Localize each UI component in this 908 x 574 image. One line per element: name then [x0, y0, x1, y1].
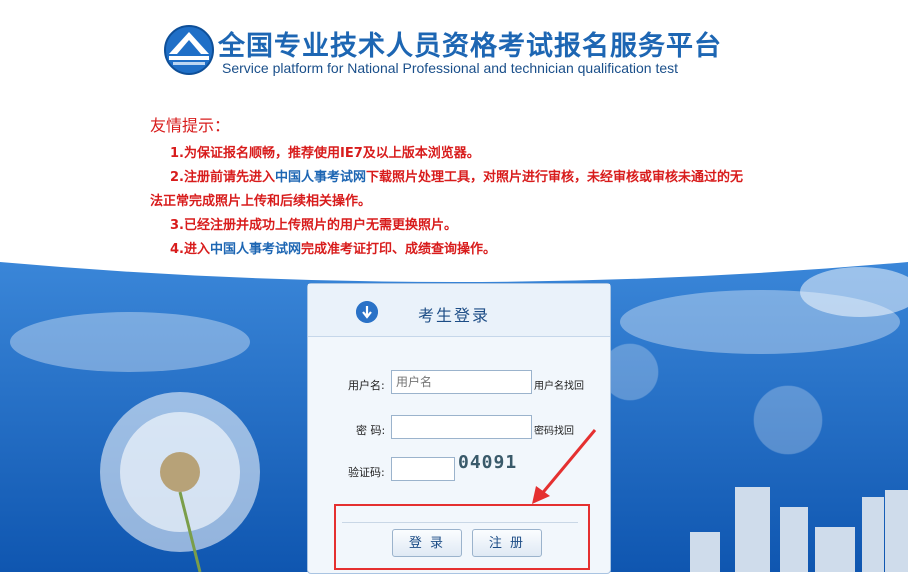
password-label: 密 码:: [356, 424, 386, 437]
captcha-label: 验证码:: [348, 466, 385, 479]
cpta-link[interactable]: 中国人事考试网: [275, 170, 366, 185]
notice-line-2-suffix: 下载照片处理工具，对照片进行审核，未经审核或审核未通过的无: [366, 170, 744, 185]
username-recover-link[interactable]: 用户名找回: [534, 377, 584, 392]
login-title: 考生登录: [418, 306, 491, 325]
cpta-link-2[interactable]: 中国人事考试网: [210, 242, 301, 257]
notice-line-1: 1.为保证报名顺畅，推荐使用IE7及以上版本浏览器。: [170, 146, 480, 161]
platform-logo-icon: [164, 25, 214, 75]
password-input[interactable]: [391, 415, 532, 439]
page-title: 全国专业技术人员资格考试报名服务平台: [218, 31, 722, 62]
notice-line-4-suffix: 完成准考证打印、成绩查询操作。: [301, 242, 497, 257]
username-input[interactable]: [391, 370, 532, 394]
annotation-arrow-icon: [532, 429, 597, 504]
arrow-down-icon: [356, 301, 378, 323]
notice-title: 友情提示：: [150, 116, 231, 135]
login-panel-header: 考生登录: [308, 284, 610, 337]
notice-panel: 友情提示： 1.为保证报名顺畅，推荐使用IE7及以上版本浏览器。 2.注册前请先…: [150, 112, 790, 262]
notice-line-2-cont: 法正常完成照片上传和后续相关操作。: [150, 194, 372, 209]
header: 全国专业技术人员资格考试报名服务平台 Service platform for …: [0, 0, 908, 100]
notice-line-2-prefix: 2.注册前请先进入: [170, 170, 275, 185]
notice-line-2: 2.注册前请先进入中国人事考试网下载照片处理工具，对照片进行审核，未经审核或审核…: [150, 166, 790, 190]
notice-line-4: 4.进入中国人事考试网完成准考证打印、成绩查询操作。: [150, 238, 790, 262]
username-label: 用户名:: [348, 379, 385, 392]
notice-line-3: 3.已经注册并成功上传照片的用户无需更换照片。: [170, 218, 457, 233]
captcha-input[interactable]: [391, 457, 455, 481]
page-subtitle: Service platform for National Profession…: [222, 60, 679, 76]
notice-line-4-prefix: 4.进入: [170, 242, 210, 257]
highlight-box: [334, 504, 590, 570]
